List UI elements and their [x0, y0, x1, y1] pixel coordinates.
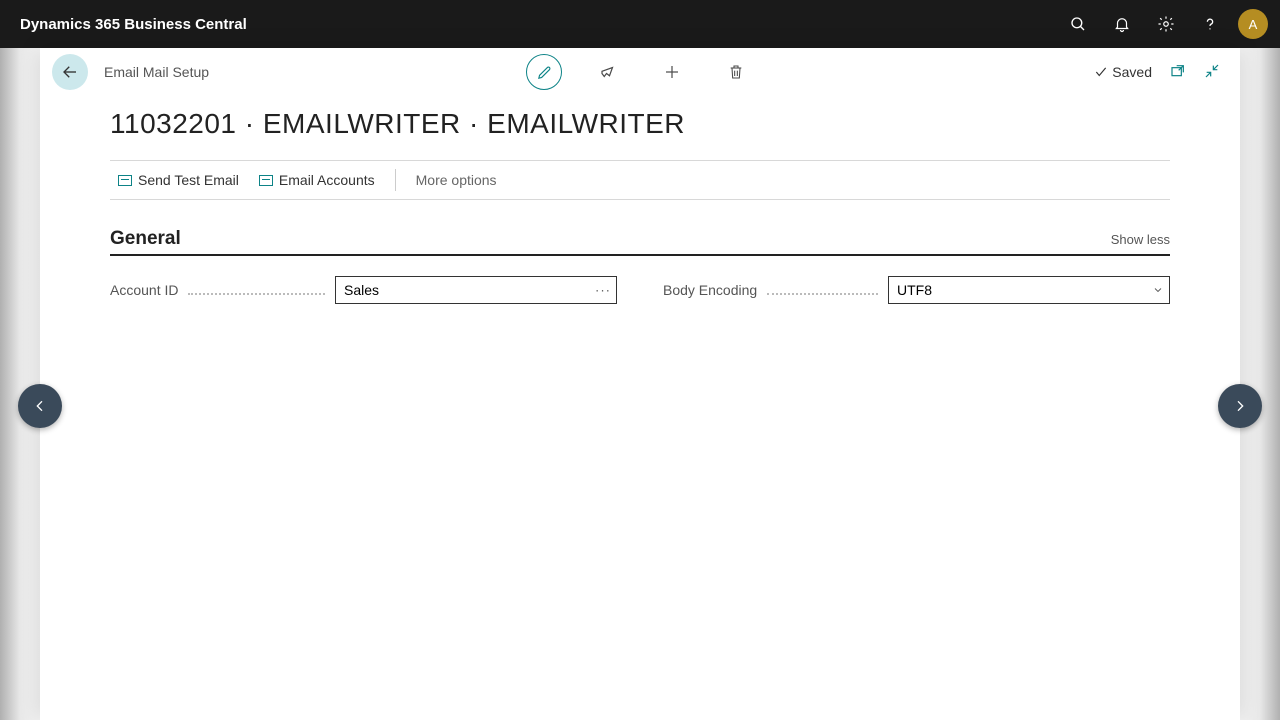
back-button[interactable] [52, 54, 88, 90]
prev-record-button[interactable] [18, 384, 62, 428]
card: Email Mail Setup Saved [40, 48, 1240, 720]
dots [767, 285, 878, 295]
section-title: General [110, 228, 181, 250]
section-general: General Show less Account ID ··· Body En… [110, 228, 1170, 304]
body-encoding-input[interactable] [888, 276, 1170, 304]
avatar[interactable]: A [1238, 9, 1268, 39]
saved-label: Saved [1112, 64, 1152, 80]
divider [395, 169, 396, 191]
page-title: 11032201 · EMAILWRITER · EMAILWRITER [40, 96, 1240, 148]
mail-icon [259, 175, 273, 186]
saved-indicator: Saved [1094, 64, 1152, 80]
mail-icon [118, 175, 132, 186]
delete-button[interactable] [718, 54, 754, 90]
stage: Email Mail Setup Saved [0, 48, 1280, 720]
right-actions: Saved [1094, 63, 1220, 82]
email-accounts-label: Email Accounts [279, 172, 375, 188]
app-title: Dynamics 365 Business Central [20, 16, 247, 33]
send-test-email-action[interactable]: Send Test Email [118, 172, 239, 188]
card-header: Email Mail Setup Saved [40, 48, 1240, 96]
help-icon[interactable] [1188, 0, 1232, 48]
body-encoding-label: Body Encoding [663, 282, 757, 298]
edit-button[interactable] [526, 54, 562, 90]
email-accounts-action[interactable]: Email Accounts [259, 172, 375, 188]
gear-icon[interactable] [1144, 0, 1188, 48]
more-options-action[interactable]: More options [416, 172, 497, 188]
center-actions [526, 54, 754, 90]
show-less-link[interactable]: Show less [1111, 232, 1170, 247]
account-id-input[interactable] [335, 276, 617, 304]
collapse-icon[interactable] [1204, 63, 1220, 82]
bell-icon[interactable] [1100, 0, 1144, 48]
search-icon[interactable] [1056, 0, 1100, 48]
dots [188, 285, 325, 295]
new-button[interactable] [654, 54, 690, 90]
breadcrumb: Email Mail Setup [104, 64, 209, 80]
action-bar: Send Test Email Email Accounts More opti… [110, 160, 1170, 200]
send-test-label: Send Test Email [138, 172, 239, 188]
account-id-label: Account ID [110, 282, 178, 298]
next-record-button[interactable] [1218, 384, 1262, 428]
popout-icon[interactable] [1170, 63, 1186, 82]
topbar: Dynamics 365 Business Central A [0, 0, 1280, 48]
share-button[interactable] [590, 54, 626, 90]
